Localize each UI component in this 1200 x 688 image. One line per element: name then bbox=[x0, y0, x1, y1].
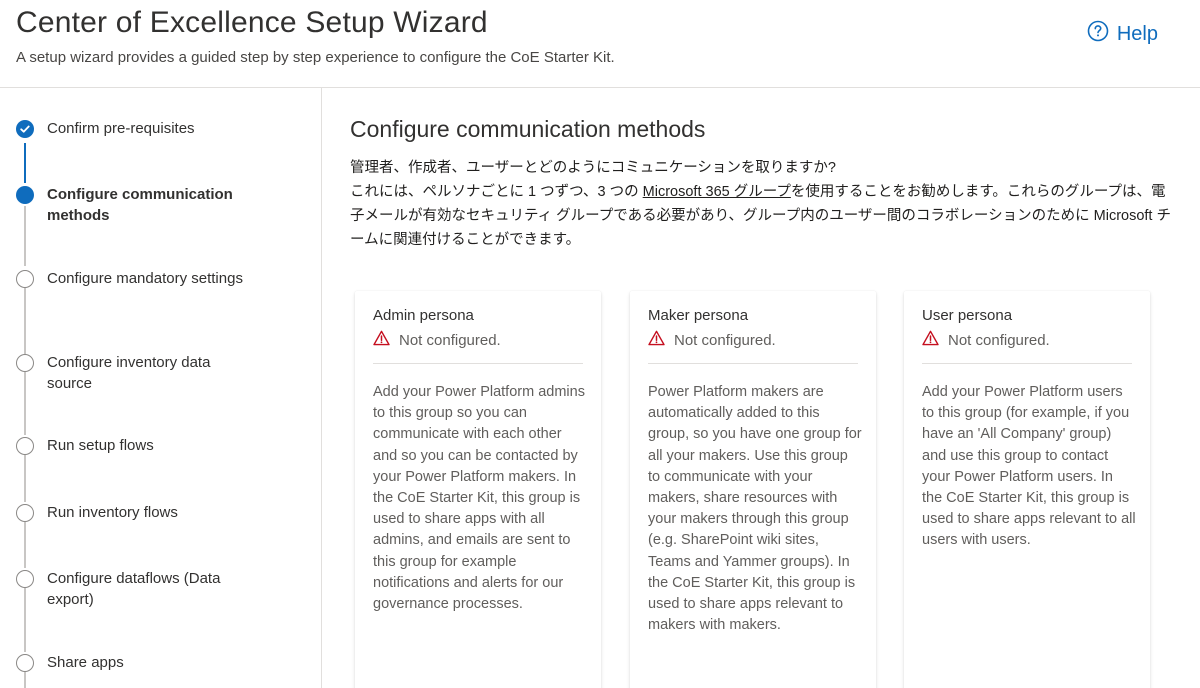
step-label: Run setup flows bbox=[47, 437, 154, 454]
persona-description: Add your Power Platform admins to this g… bbox=[373, 384, 585, 613]
warning-icon bbox=[648, 330, 665, 350]
persona-card-title: Admin persona bbox=[373, 307, 474, 324]
page-header: Center of Excellence Setup Wizard A setu… bbox=[0, 0, 1200, 88]
warning-icon bbox=[922, 330, 939, 350]
persona-description: Power Platform makers are automatically … bbox=[648, 384, 862, 634]
step-pending-circle-icon bbox=[16, 270, 34, 288]
step-label: Configure mandatory settings bbox=[47, 270, 243, 287]
intro-question: 管理者、作成者、ユーザーとどのようにコミュニケーションを取りますか? bbox=[350, 160, 836, 176]
section-title: Configure communication methods bbox=[350, 116, 706, 142]
step-label: Run inventory flows bbox=[47, 504, 178, 521]
step-pending-circle-icon bbox=[16, 354, 34, 372]
step-connector bbox=[24, 372, 26, 435]
step-complete-checkmark-icon bbox=[16, 120, 34, 138]
help-link[interactable]: Help bbox=[1087, 20, 1158, 48]
page-subtitle: A setup wizard provides a guided step by… bbox=[16, 49, 615, 66]
step-connector bbox=[24, 588, 26, 652]
card-divider bbox=[373, 363, 583, 364]
card-divider bbox=[922, 363, 1132, 364]
step-label: Configure communication methods bbox=[47, 186, 233, 224]
step-label: Configure inventory data source bbox=[47, 354, 211, 392]
step-connector bbox=[24, 522, 26, 568]
step-label: Configure dataflows (Data export) bbox=[47, 570, 221, 608]
main-content: Configure communication methods 管理者、作成者、… bbox=[323, 88, 1200, 688]
persona-card-admin[interactable]: Admin persona Not configured. Add your P… bbox=[355, 291, 601, 688]
page-title: Center of Excellence Setup Wizard bbox=[16, 6, 488, 39]
persona-card-title: User persona bbox=[922, 307, 1013, 324]
card-divider bbox=[648, 363, 858, 364]
step-connector bbox=[24, 143, 26, 183]
warning-icon bbox=[373, 330, 390, 350]
persona-card-user[interactable]: User persona Not configured. Add your Po… bbox=[904, 291, 1150, 688]
help-circle-icon bbox=[1087, 20, 1109, 48]
step-connector bbox=[24, 206, 26, 266]
step-connector bbox=[24, 671, 26, 688]
persona-status-text: Not configured. bbox=[674, 331, 776, 349]
intro-recommendation: これには、ペルソナごとに 1 つずつ、3 つの Microsoft 365 グル… bbox=[350, 180, 1180, 252]
persona-card-maker[interactable]: Maker persona Not configured. Power Plat… bbox=[630, 291, 876, 688]
step-label: Share apps bbox=[47, 654, 124, 671]
step-pending-circle-icon bbox=[16, 570, 34, 588]
step-connector bbox=[24, 455, 26, 502]
intro-text-before-link: これには、ペルソナごとに 1 つずつ、3 つの bbox=[350, 184, 643, 200]
step-connector bbox=[24, 288, 26, 354]
persona-status-text: Not configured. bbox=[399, 331, 501, 349]
step-pending-circle-icon bbox=[16, 504, 34, 522]
microsoft-365-groups-link[interactable]: Microsoft 365 グループ bbox=[643, 184, 791, 200]
persona-description: Add your Power Platform users to this gr… bbox=[922, 384, 1136, 549]
persona-status: Not configured. bbox=[648, 330, 776, 350]
persona-card-title: Maker persona bbox=[648, 307, 749, 324]
intro-text: 管理者、作成者、ユーザーとどのようにコミュニケーションを取りますか? これには、… bbox=[350, 156, 1180, 252]
persona-status: Not configured. bbox=[922, 330, 1050, 350]
help-label: Help bbox=[1116, 22, 1158, 45]
persona-status: Not configured. bbox=[373, 330, 501, 350]
persona-status-text: Not configured. bbox=[948, 331, 1050, 349]
step-current-dot-icon bbox=[16, 186, 34, 204]
wizard-steps: Confirm pre-requisites Configure communi… bbox=[0, 88, 322, 688]
step-pending-circle-icon bbox=[16, 437, 34, 455]
step-label: Confirm pre-requisites bbox=[47, 120, 195, 137]
step-pending-circle-icon bbox=[16, 654, 34, 672]
